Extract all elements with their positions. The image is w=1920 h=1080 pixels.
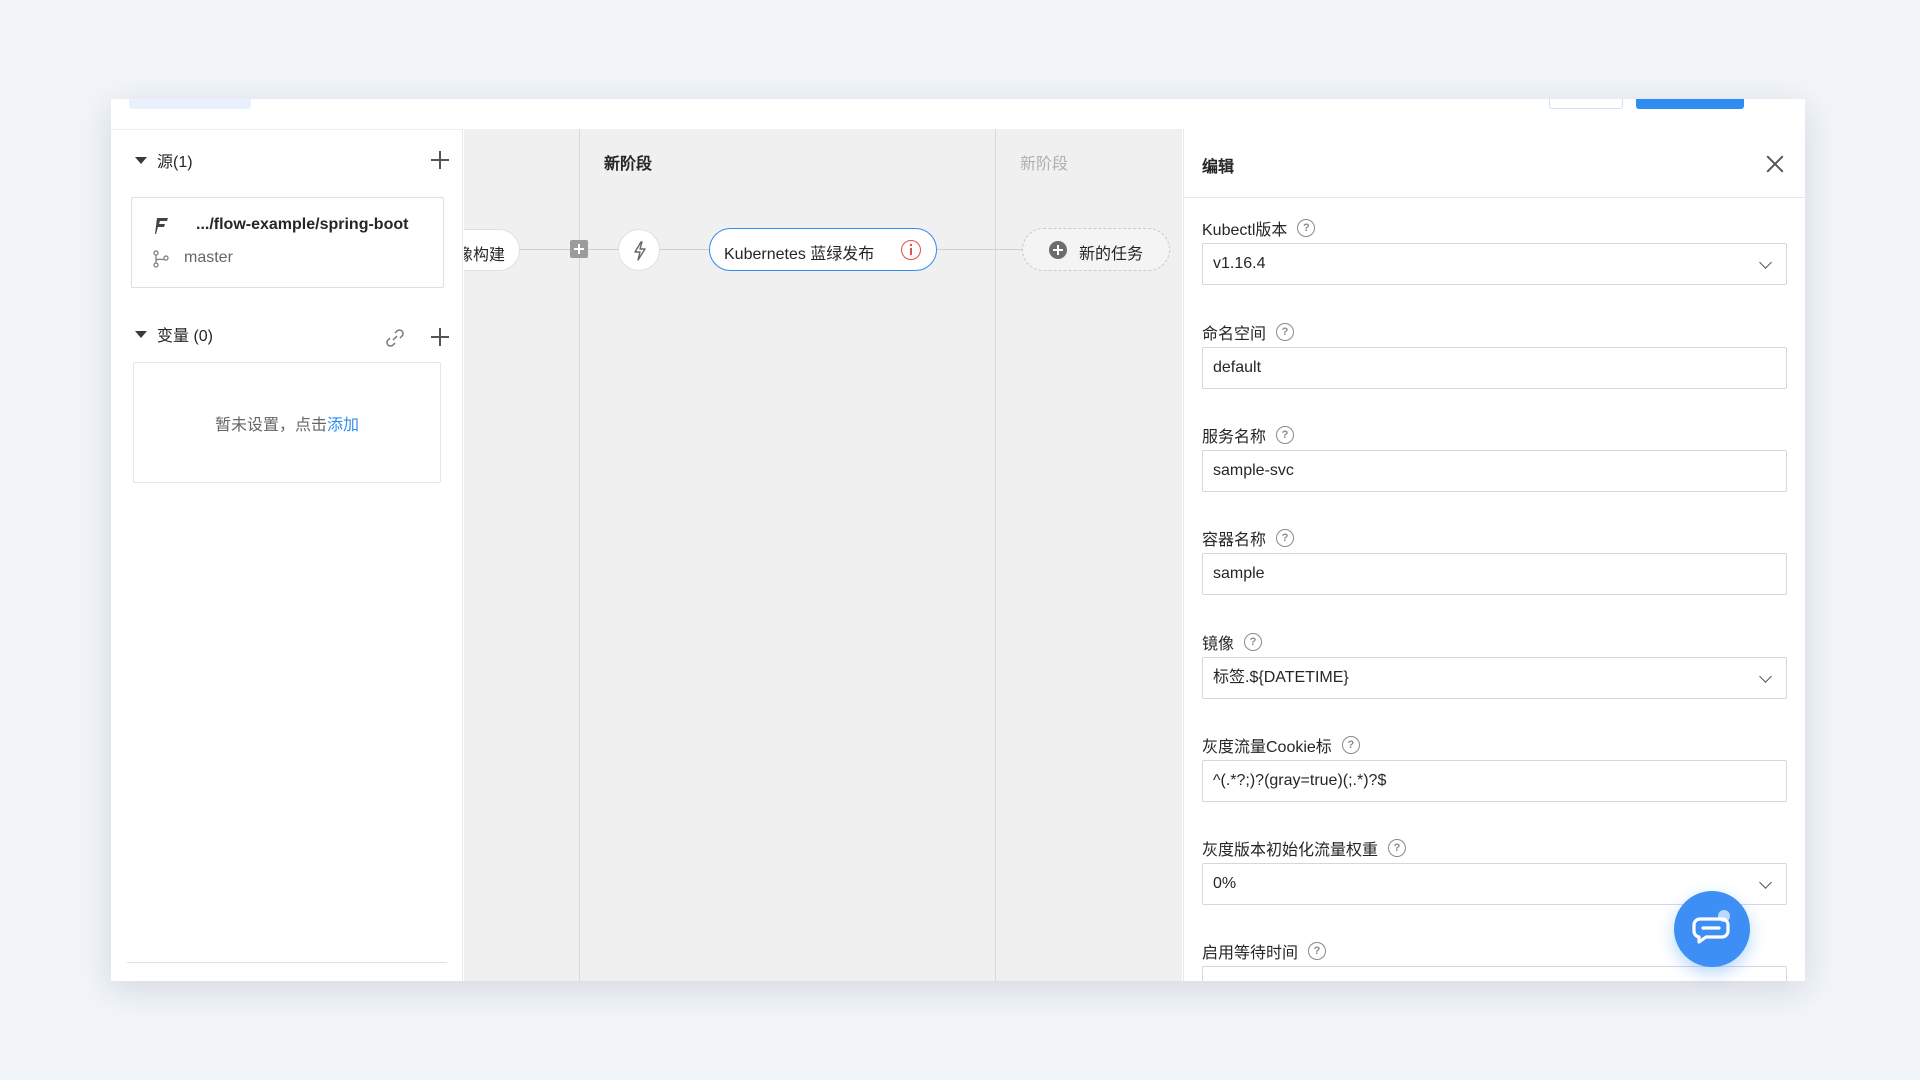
add-source-icon[interactable]: [430, 150, 450, 170]
namespace-input[interactable]: default: [1202, 347, 1787, 389]
chat-bubble-icon: [1692, 910, 1730, 944]
branch-icon: [153, 250, 169, 268]
connector-line: [588, 249, 618, 250]
tab-pipeline[interactable]: [129, 99, 251, 109]
add-parallel-icon[interactable]: [570, 240, 588, 258]
container-name-input[interactable]: sample: [1202, 553, 1787, 595]
branch-name: master: [184, 249, 233, 266]
connector-line: [520, 249, 570, 250]
label-text: 启用等待时间: [1202, 945, 1299, 962]
label-text: 命名空间: [1202, 326, 1267, 343]
source-section-header[interactable]: 源(1): [135, 148, 193, 172]
label-text: 服务名称: [1202, 429, 1267, 446]
panel-title: 编辑: [1202, 159, 1235, 176]
chat-support-button[interactable]: [1674, 891, 1750, 967]
field-label-namespace: 命名空间?: [1202, 320, 1295, 344]
new-task-label: 新的任务: [1079, 246, 1144, 263]
help-icon[interactable]: ?: [1308, 942, 1327, 960]
field-label-wait-time: 启用等待时间?: [1202, 939, 1327, 963]
label-text: 容器名称: [1202, 532, 1267, 549]
variables-empty-state: 暂未设置，点击 添加: [133, 362, 441, 483]
caret-down-icon[interactable]: [135, 330, 147, 338]
chevron-down-icon: [1759, 670, 1772, 683]
task-node-image-build[interactable]: 像构建: [464, 229, 520, 271]
task-node-label: Kubernetes 蓝绿发布: [724, 246, 875, 263]
info-warning-icon: [901, 240, 921, 260]
panel-header: 编辑: [1184, 129, 1805, 198]
task-node-label: 像构建: [464, 247, 505, 264]
lightning-icon: [634, 241, 646, 261]
select-value: v1.16.4: [1213, 255, 1266, 272]
stage-divider: [995, 129, 996, 981]
help-icon[interactable]: ?: [1297, 219, 1316, 237]
secondary-button[interactable]: [1549, 99, 1623, 109]
label-text: 镜像: [1202, 636, 1235, 653]
top-bar: [111, 99, 1805, 129]
primary-button[interactable]: [1636, 99, 1744, 109]
pipeline-editor-window: 源(1) .../flow-example/spring-boot master…: [111, 99, 1805, 981]
input-value: ^(.*?;)?(gray=true)(;.*)?$: [1213, 772, 1387, 789]
empty-text: 暂未设置，点击: [214, 416, 327, 434]
gray-cookie-input[interactable]: ^(.*?;)?(gray=true)(;.*)?$: [1202, 760, 1787, 802]
label-text: Kubectl版本: [1202, 222, 1288, 239]
help-icon[interactable]: ?: [1244, 633, 1263, 651]
field-label-kubectl-version: Kubectl版本?: [1202, 216, 1316, 240]
pipeline-canvas: 新阶段 新阶段 像构建 Kubernetes 蓝绿发布 新的任务: [464, 129, 1182, 981]
help-icon[interactable]: ?: [1341, 736, 1360, 754]
chevron-down-icon: [1759, 256, 1772, 269]
variables-section-header[interactable]: 变量 (0): [135, 322, 213, 346]
field-label-image: 镜像?: [1202, 630, 1263, 654]
input-value: sample: [1213, 565, 1265, 582]
field-label-gray-cookie: 灰度流量Cookie标?: [1202, 733, 1360, 757]
service-name-input[interactable]: sample-svc: [1202, 450, 1787, 492]
stage-title[interactable]: 新阶段: [1020, 150, 1068, 174]
add-variable-link[interactable]: 添加: [327, 411, 359, 435]
close-window-icon[interactable]: [1767, 99, 1785, 105]
variables-section-title: 变量 (0): [157, 328, 214, 345]
link-icon[interactable]: [384, 327, 406, 349]
field-label-gray-weight: 灰度版本初始化流量权重?: [1202, 836, 1407, 860]
stage-title[interactable]: 新阶段: [604, 150, 652, 174]
tab-secondary[interactable]: [279, 99, 349, 107]
help-icon[interactable]: ?: [1276, 426, 1295, 444]
field-label-container-name: 容器名称?: [1202, 526, 1295, 550]
label-text: 灰度版本初始化流量权重: [1202, 842, 1379, 859]
select-value: 标签.${DATETIME}: [1213, 669, 1349, 686]
help-icon[interactable]: ?: [1276, 323, 1295, 341]
wait-time-input[interactable]: [1202, 966, 1787, 981]
input-value: sample-svc: [1213, 462, 1294, 479]
trigger-node[interactable]: [618, 229, 660, 271]
kubectl-version-select[interactable]: v1.16.4: [1202, 243, 1787, 285]
help-icon[interactable]: ?: [1276, 529, 1295, 547]
input-value: default: [1213, 359, 1262, 376]
caret-down-icon[interactable]: [135, 156, 147, 164]
label-text: 灰度流量Cookie标: [1202, 739, 1332, 756]
divider: [127, 962, 447, 963]
edit-panel: 编辑 Kubectl版本? v1.16.4 命名空间? default 服务名称…: [1183, 129, 1805, 981]
source-card[interactable]: .../flow-example/spring-boot master: [131, 197, 444, 288]
new-task-button[interactable]: 新的任务: [1022, 228, 1170, 271]
help-icon[interactable]: ?: [1388, 839, 1407, 857]
field-label-service-name: 服务名称?: [1202, 423, 1295, 447]
task-node-k8s-bluegreen[interactable]: Kubernetes 蓝绿发布: [709, 228, 937, 271]
source-section-title: 源(1): [157, 154, 193, 171]
select-value: 0%: [1213, 875, 1237, 892]
add-variable-icon[interactable]: [430, 327, 450, 347]
connector-line: [937, 249, 1022, 250]
close-icon[interactable]: [1766, 155, 1784, 173]
repo-name: .../flow-example/spring-boot: [196, 216, 409, 233]
image-select[interactable]: 标签.${DATETIME}: [1202, 657, 1787, 699]
repo-icon: [155, 218, 168, 234]
chevron-down-icon: [1759, 876, 1772, 889]
sidebar: 源(1) .../flow-example/spring-boot master…: [111, 129, 463, 981]
plus-circle-icon: [1049, 241, 1067, 259]
connector-line: [660, 249, 709, 250]
